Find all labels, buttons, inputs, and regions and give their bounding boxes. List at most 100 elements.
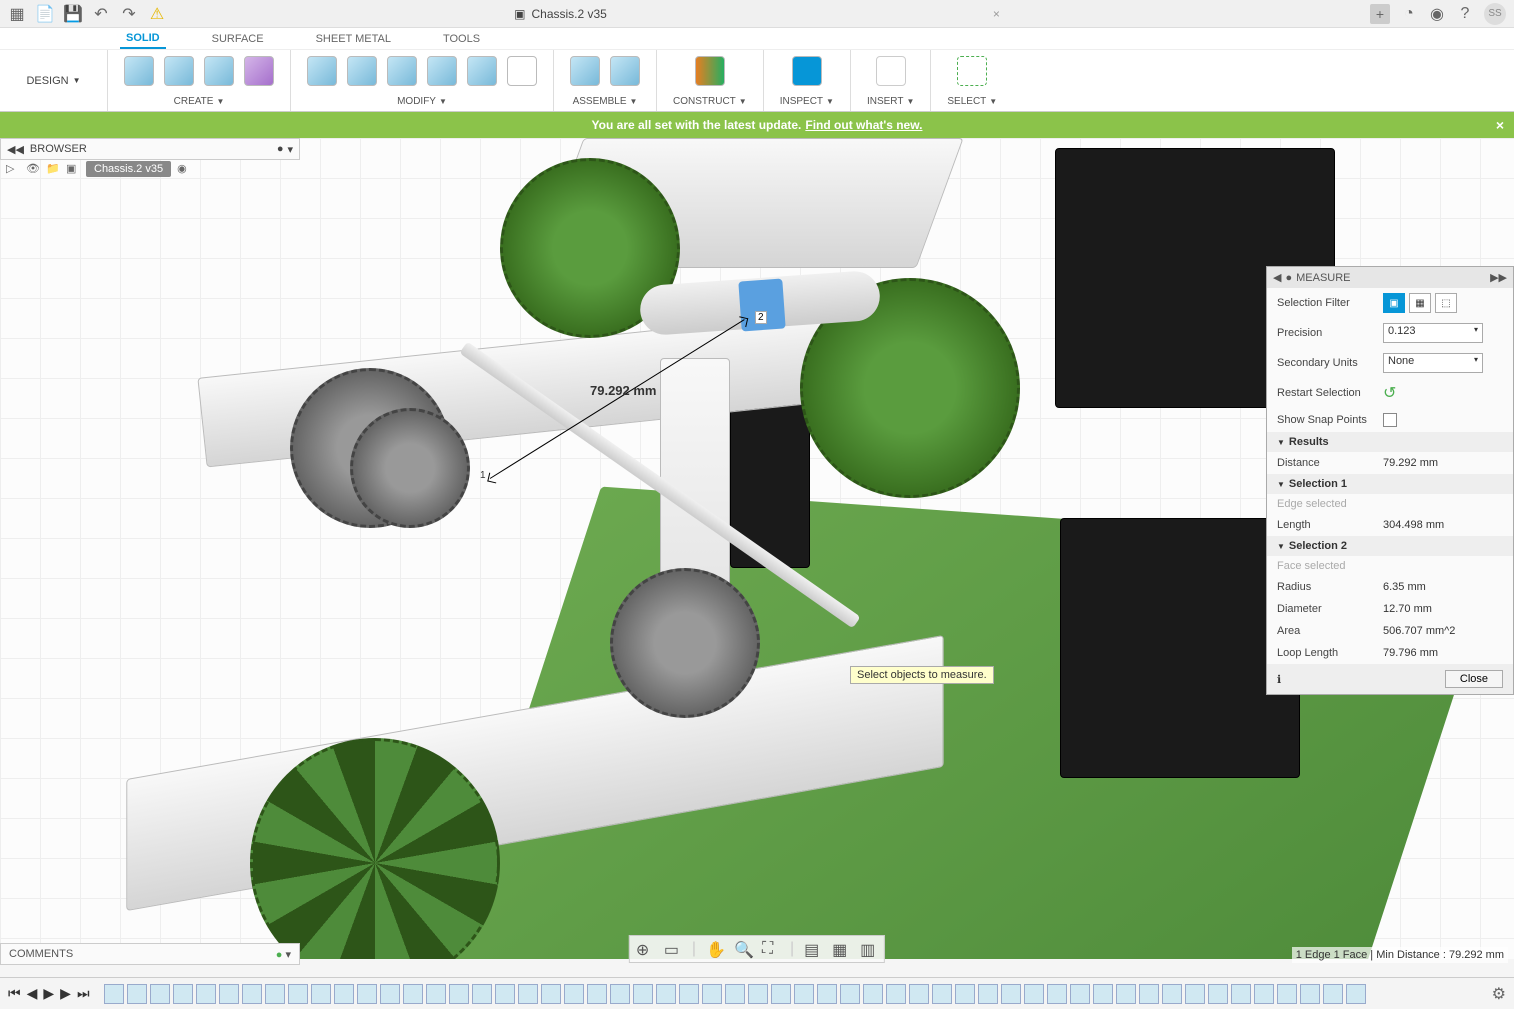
timeline-feature[interactable] [1300, 984, 1320, 1004]
timeline-feature[interactable] [1346, 984, 1366, 1004]
filter-face-button[interactable]: ▣ [1383, 293, 1405, 313]
minimize-icon[interactable]: ● [277, 143, 284, 156]
timeline-feature[interactable] [518, 984, 538, 1004]
revolve-icon[interactable] [204, 56, 234, 86]
new-tab-button[interactable]: + [1370, 4, 1390, 24]
timeline-feature[interactable] [242, 984, 262, 1004]
fillet-icon[interactable] [347, 56, 377, 86]
redo-icon[interactable]: ↷ [120, 5, 138, 23]
file-icon[interactable]: 📄 [36, 5, 54, 23]
comments-panel-header[interactable]: COMMENTS ● ▾ [0, 943, 300, 965]
precision-select[interactable]: 0.123 ▾ [1383, 323, 1483, 343]
doc-chip[interactable]: Chassis.2 v35 [86, 161, 171, 177]
collapse-icon[interactable]: ◀◀ [7, 143, 24, 156]
timeline-feature[interactable] [265, 984, 285, 1004]
tab-surface[interactable]: SURFACE [206, 30, 270, 48]
filter-component-button[interactable]: ⬚ [1435, 293, 1457, 313]
look-icon[interactable]: ▭ [664, 940, 682, 958]
zoom-icon[interactable]: 🔍 [734, 940, 752, 958]
collapse-icon[interactable]: ◀ [1273, 271, 1281, 284]
plane-icon[interactable] [695, 56, 725, 86]
extensions-icon[interactable]: ◔ [1400, 5, 1418, 23]
timeline-feature[interactable] [1139, 984, 1159, 1004]
timeline-feature[interactable] [173, 984, 193, 1004]
browser-panel-header[interactable]: ◀◀ BROWSER ●▾ [0, 138, 300, 160]
secondary-units-select[interactable]: None ▾ [1383, 353, 1483, 373]
timeline-feature[interactable] [610, 984, 630, 1004]
tab-close-icon[interactable]: × [993, 7, 1000, 21]
timeline-feature[interactable] [541, 984, 561, 1004]
timeline-play-icon[interactable]: ▶ [43, 985, 54, 1002]
timeline-feature[interactable] [863, 984, 883, 1004]
timeline-feature[interactable] [679, 984, 699, 1004]
shell-icon[interactable] [387, 56, 417, 86]
timeline-feature[interactable] [196, 984, 216, 1004]
timeline-feature[interactable] [794, 984, 814, 1004]
timeline-feature[interactable] [1254, 984, 1274, 1004]
timeline-feature[interactable] [357, 984, 377, 1004]
timeline-feature[interactable] [840, 984, 860, 1004]
combine-icon[interactable] [427, 56, 457, 86]
viewport-icon[interactable]: ▥ [860, 940, 878, 958]
close-banner-icon[interactable]: × [1496, 117, 1504, 133]
timeline-settings-icon[interactable]: ⚙ [1492, 984, 1506, 1004]
timeline-feature[interactable] [334, 984, 354, 1004]
timeline-feature[interactable] [886, 984, 906, 1004]
sketch-icon[interactable] [124, 56, 154, 86]
info-icon[interactable]: ℹ [1277, 673, 1281, 686]
radio-icon[interactable]: ◉ [177, 162, 191, 176]
pan-icon[interactable]: ✋ [706, 940, 724, 958]
measure-header[interactable]: ◀ ● MEASURE ▶▶ [1267, 267, 1513, 288]
warn-icon[interactable]: ⚠ [148, 5, 166, 23]
timeline-feature[interactable] [219, 984, 239, 1004]
filter-body-button[interactable]: ▦ [1409, 293, 1431, 313]
select-icon[interactable] [957, 56, 987, 86]
timeline-feature[interactable] [702, 984, 722, 1004]
timeline-feature[interactable] [1001, 984, 1021, 1004]
timeline-feature[interactable] [564, 984, 584, 1004]
timeline-feature[interactable] [587, 984, 607, 1004]
snap-points-checkbox[interactable] [1383, 413, 1397, 427]
grid-icon[interactable]: ▦ [832, 940, 850, 958]
timeline-feature[interactable] [748, 984, 768, 1004]
help-icon[interactable]: ? [1456, 5, 1474, 23]
move-icon[interactable] [507, 56, 537, 86]
tab-sheet-metal[interactable]: SHEET METAL [310, 30, 397, 48]
timeline-end-icon[interactable]: ⏭ [77, 985, 90, 1002]
timeline-feature[interactable] [449, 984, 469, 1004]
timeline-feature[interactable] [1162, 984, 1182, 1004]
timeline-feature[interactable] [380, 984, 400, 1004]
timeline-feature[interactable] [817, 984, 837, 1004]
split-icon[interactable] [467, 56, 497, 86]
timeline-feature[interactable] [472, 984, 492, 1004]
timeline-feature[interactable] [495, 984, 515, 1004]
timeline-feature[interactable] [288, 984, 308, 1004]
timeline-feature[interactable] [311, 984, 331, 1004]
timeline-feature[interactable] [1047, 984, 1067, 1004]
timeline-back-icon[interactable]: ◀ [27, 985, 38, 1002]
timeline-feature[interactable] [403, 984, 423, 1004]
tab-tools[interactable]: TOOLS [437, 30, 486, 48]
save-icon[interactable]: 💾 [64, 5, 82, 23]
timeline-feature[interactable] [150, 984, 170, 1004]
close-button[interactable]: Close [1445, 670, 1503, 688]
insert-icon[interactable] [876, 56, 906, 86]
measure-icon[interactable] [792, 56, 822, 86]
timeline-feature[interactable] [909, 984, 929, 1004]
presspull-icon[interactable] [307, 56, 337, 86]
primitive-icon[interactable] [244, 56, 274, 86]
timeline-feature[interactable] [1024, 984, 1044, 1004]
tab-solid[interactable]: SOLID [120, 29, 166, 49]
timeline-feature[interactable] [633, 984, 653, 1004]
timeline-feature[interactable] [771, 984, 791, 1004]
timeline-feature[interactable] [932, 984, 952, 1004]
dropdown-icon[interactable]: ▾ [287, 143, 293, 156]
expand-icon[interactable]: ▷ [6, 162, 20, 176]
banner-link[interactable]: Find out what's new. [805, 118, 922, 132]
timeline-feature[interactable] [426, 984, 446, 1004]
avatar[interactable]: SS [1484, 3, 1506, 25]
timeline-feature[interactable] [1185, 984, 1205, 1004]
timeline-start-icon[interactable]: ⏮ [8, 985, 21, 1002]
add-comment-icon[interactable]: ● [276, 949, 283, 961]
timeline-feature[interactable] [104, 984, 124, 1004]
